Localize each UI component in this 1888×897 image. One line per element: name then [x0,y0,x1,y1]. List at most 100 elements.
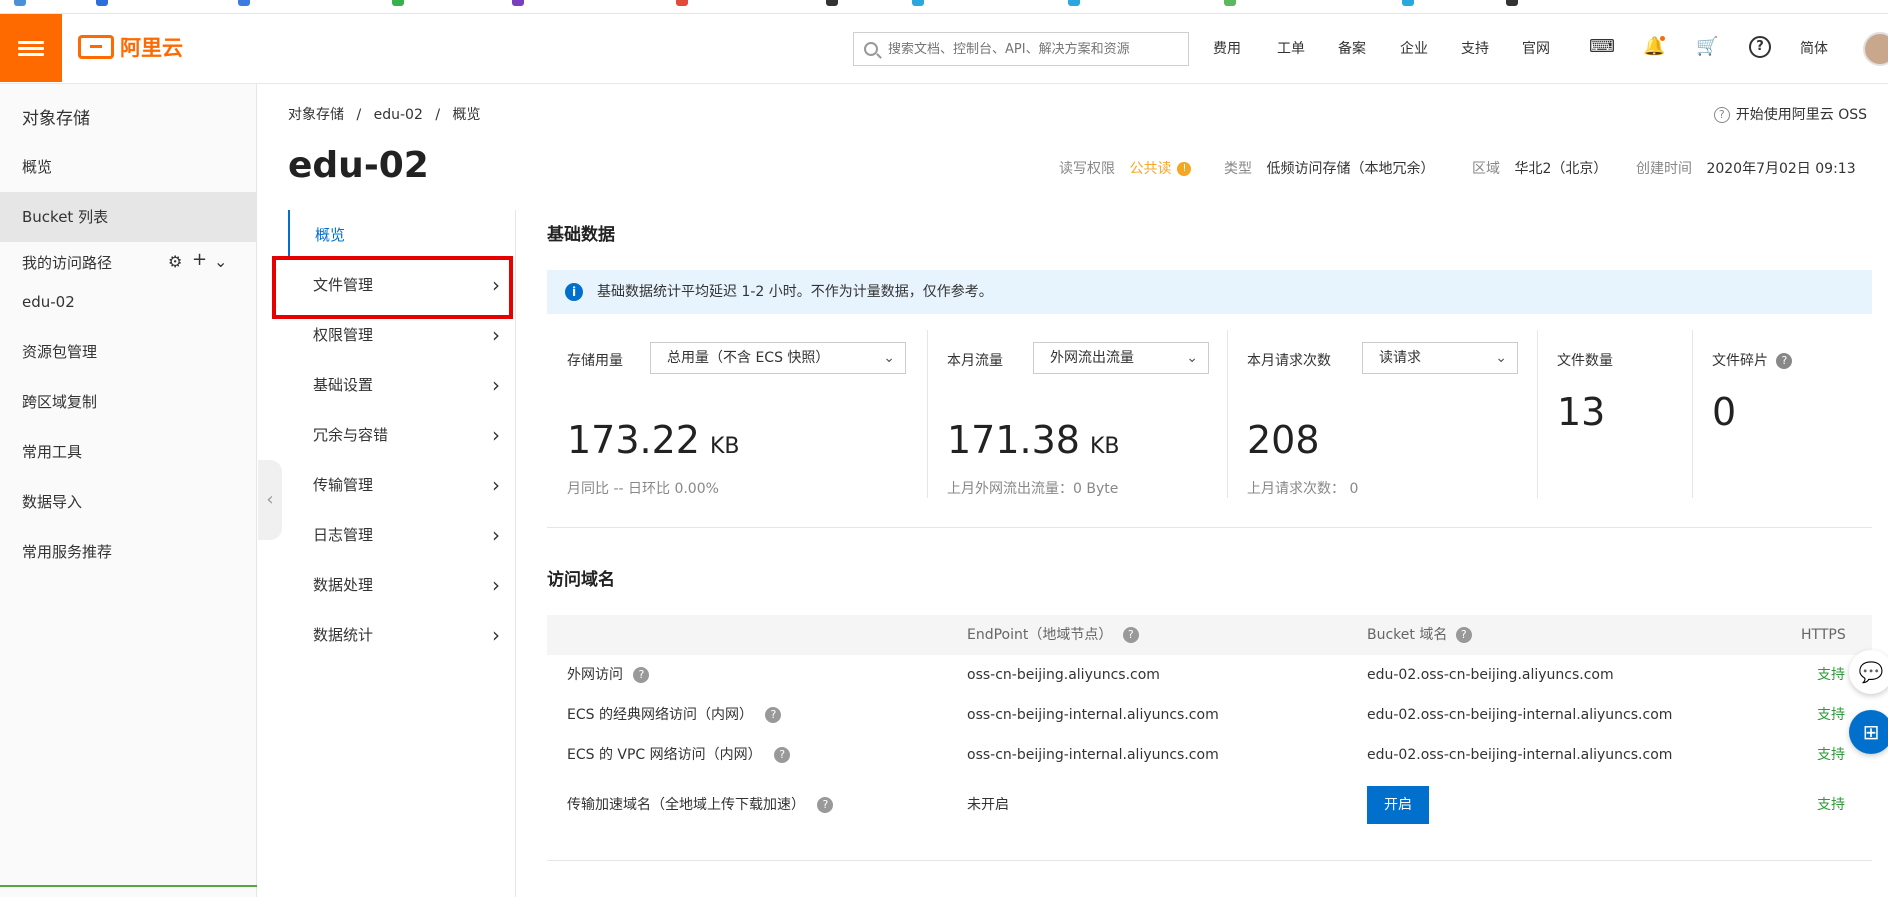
breadcrumb-current: 概览 [452,107,481,123]
bookmark-icon[interactable] [96,0,108,6]
chevron-right-icon: › [492,573,500,597]
sidebar-item-resource-package[interactable]: 资源包管理 [0,327,257,377]
storage-type-select[interactable]: 总用量（不含 ECS 快照） ⌄ [650,342,906,374]
tab-log-management[interactable]: 日志管理 › [288,510,516,560]
avatar[interactable] [1863,32,1888,66]
sidebar-path-header: 我的访问路径 ⚙ + ⌄ [22,249,237,273]
tab-label: 冗余与容错 [313,426,389,444]
bookmark-icon[interactable] [1224,0,1236,6]
question-icon[interactable]: ? [1122,627,1139,643]
row-https: 支持 [1817,747,1845,763]
sidebar-item-data-import[interactable]: 数据导入 [0,477,257,527]
question-icon[interactable]: ? [1455,627,1472,643]
question-icon[interactable]: ? [633,667,650,683]
nav-tickets[interactable]: 工单 [1277,38,1305,58]
page-title: edu-02 [288,145,429,186]
header-label: Bucket 域名 [1367,627,1448,643]
bookmark-icon[interactable] [1068,0,1080,6]
tab-label: 概览 [315,226,346,244]
aliyun-logo[interactable]: 阿里云 [78,32,183,62]
highlight-box [272,256,513,319]
nav-fees[interactable]: 费用 [1213,38,1241,58]
question-icon[interactable]: ? [765,707,782,723]
traffic-type-select[interactable]: 外网流出流量 ⌄ [1033,342,1209,374]
logo-text: 阿里云 [120,36,183,60]
search-box[interactable] [853,32,1189,66]
question-icon[interactable]: ? [817,797,834,813]
frag-label: 文件碎片 [1712,353,1768,369]
sidebar-item-cross-region-replication[interactable]: 跨区域复制 [0,377,257,427]
apps-icon: ⊞ [1862,720,1880,744]
nav-enterprise[interactable]: 企业 [1400,38,1428,58]
nav-official-site[interactable]: 官网 [1522,38,1550,58]
chevron-down-icon[interactable]: ⌄ [214,252,227,271]
bucket-created: 创建时间 2020年7月02日 09:13 [1636,158,1856,178]
getting-started-link[interactable]: ? 开始使用阿里云 OSS [1713,104,1867,124]
bell-icon[interactable]: 🔔 [1643,36,1665,58]
header-bucket-domain: Bucket 域名 ? [1367,615,1478,655]
bookmark-icon[interactable] [512,0,524,6]
acl-label: 读写权限 [1059,161,1115,177]
breadcrumb: 对象存储 / edu-02 / 概览 [288,104,489,124]
breadcrumb-separator: / [435,107,441,123]
bookmark-icon[interactable] [912,0,924,6]
storage-value: 173.22 [567,418,700,462]
question-icon[interactable]: ? [774,747,791,763]
top-navbar: 阿里云 费用 工单 备案 企业 支持 官网 ⌨ 🔔 🛒 ? 简体 [0,14,1888,84]
enable-acceleration-button[interactable]: 开启 [1367,786,1429,824]
row-bucket-domain: edu-02.oss-cn-beijing.aliyuncs.com [1367,667,1614,683]
sidebar-item-edu-02[interactable]: edu-02 [0,277,257,327]
sidebar-item-recommended-services[interactable]: 常用服务推荐 [0,527,257,577]
sidebar-item-common-tools[interactable]: 常用工具 [0,427,257,477]
sidebar-collapse-toggle[interactable]: ‹ [258,460,282,540]
tab-overview[interactable]: 概览 [288,210,516,260]
nav-support[interactable]: 支持 [1461,38,1489,58]
bookmark-icon[interactable] [826,0,838,6]
gear-icon[interactable]: ⚙ [168,252,182,271]
bookmark-icon[interactable] [14,0,26,6]
question-icon[interactable]: ? [1776,353,1793,369]
terminal-icon[interactable]: ⌨ [1589,36,1615,58]
breadcrumb-bucket[interactable]: edu-02 [374,107,423,123]
request-type-select[interactable]: 读请求 ⌄ [1362,342,1518,374]
tab-data-processing[interactable]: 数据处理 › [288,560,516,610]
cart-icon[interactable]: 🛒 [1696,36,1718,58]
type-value: 低频访问存储（本地冗余） [1266,161,1435,177]
language-switch[interactable]: 简体 [1800,38,1828,58]
help-icon[interactable]: ? [1749,36,1771,58]
tab-basic-settings[interactable]: 基础设置 › [288,360,516,410]
tab-transfer-management[interactable]: 传输管理 › [288,460,516,510]
sidebar-item-overview[interactable]: 概览 [0,142,257,192]
stat-traffic: 本月流量 外网流出流量 ⌄ 171.38 KB 上月外网流出流量：0 Byte [927,330,1227,498]
bookmark-icon[interactable] [238,0,250,6]
bookmark-icon[interactable] [676,0,688,6]
select-value: 读请求 [1379,350,1421,366]
question-icon: ? [1713,107,1730,123]
sidebar-item-bucket-list[interactable]: Bucket 列表 [0,192,257,242]
breadcrumb-oss[interactable]: 对象存储 [288,107,344,123]
search-input[interactable] [888,41,1178,57]
row-name-label: 传输加速域名（全地域上传下载加速） [567,797,805,813]
nav-filing[interactable]: 备案 [1338,38,1366,58]
tab-data-statistics[interactable]: 数据统计 › [288,610,516,660]
table-row: ECS 的 VPC 网络访问（内网） ? oss-cn-beijing-inte… [547,735,1872,775]
created-label: 创建时间 [1636,161,1692,177]
bookmark-icon[interactable] [1402,0,1414,6]
table-row: ECS 的经典网络访问（内网） ? oss-cn-beijing-interna… [547,695,1872,735]
tab-label: 传输管理 [313,476,374,494]
chat-button[interactable]: 💬 [1849,650,1888,694]
notice-text: 基础数据统计平均延迟 1-2 小时。不作为计量数据，仅作参考。 [597,284,993,300]
tab-redundancy[interactable]: 冗余与容错 › [288,410,516,460]
warning-icon[interactable]: ! [1177,162,1192,176]
plus-icon[interactable]: + [192,249,207,270]
breadcrumb-separator: / [356,107,362,123]
bookmark-icon[interactable] [1506,0,1518,6]
sidebar: 对象存储 概览 Bucket 列表 我的访问路径 ⚙ + ⌄ edu-02 资源… [0,84,257,897]
row-name: ECS 的经典网络访问（内网） ? [567,695,787,735]
menu-button[interactable] [0,14,62,82]
table-row: 外网访问 ? oss-cn-beijing.aliyuncs.com edu-0… [547,655,1872,695]
bookmark-icon[interactable] [392,0,404,6]
apps-button[interactable]: ⊞ [1849,710,1888,754]
row-https: 支持 [1817,667,1845,683]
getting-started-label: 开始使用阿里云 OSS [1735,107,1867,123]
